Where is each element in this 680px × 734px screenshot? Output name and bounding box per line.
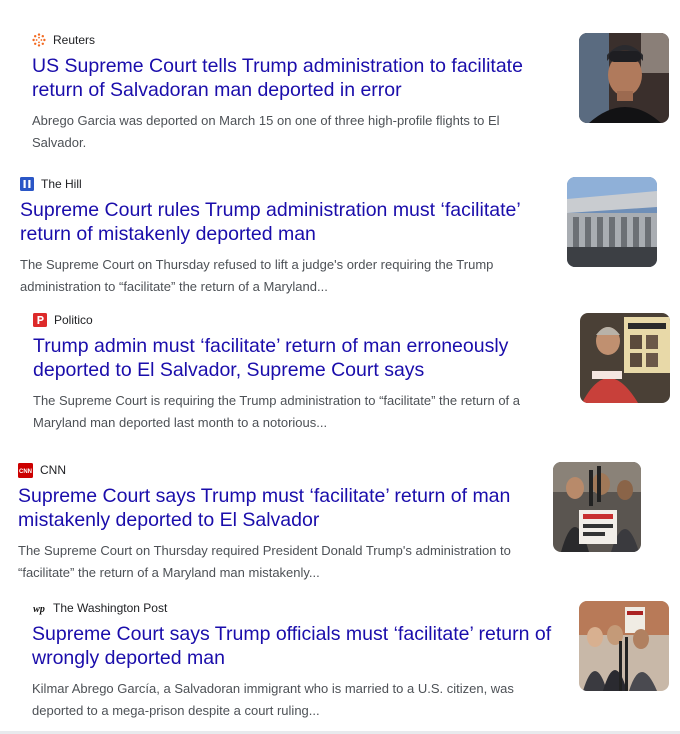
article-headline-link[interactable]: Supreme Court rules Trump administration… — [20, 198, 545, 246]
news-article-the-hill[interactable]: The Hill Supreme Court rules Trump admin… — [20, 176, 545, 297]
article-thumbnail[interactable] — [553, 462, 641, 552]
source-name: Reuters — [53, 33, 96, 47]
svg-text:CNN: CNN — [19, 469, 32, 475]
source-row: wp The Washington Post — [32, 600, 562, 616]
source-row: Politico — [33, 312, 553, 328]
news-article-washington-post[interactable]: wp The Washington Post Supreme Court say… — [32, 600, 562, 721]
article-snippet: Abrego Garcia was deported on March 15 o… — [32, 113, 500, 150]
article-headline-link[interactable]: Trump admin must ‘facilitate’ return of … — [33, 334, 553, 382]
article-headline-link[interactable]: Supreme Court says Trump must ‘facilitat… — [18, 484, 538, 532]
source-row: The Hill — [20, 176, 545, 192]
svg-text:wp: wp — [33, 604, 45, 615]
news-article-reuters[interactable]: Reuters US Supreme Court tells Trump adm… — [32, 32, 552, 153]
the-hill-logo-icon — [20, 177, 34, 191]
article-thumbnail[interactable] — [579, 601, 669, 691]
article-snippet: The Supreme Court on Thursday required P… — [18, 543, 511, 580]
article-headline-link[interactable]: US Supreme Court tells Trump administrat… — [32, 54, 552, 102]
article-thumbnail[interactable] — [567, 177, 657, 267]
article-headline-link[interactable]: Supreme Court says Trump officials must … — [32, 622, 562, 670]
source-name: CNN — [40, 463, 66, 477]
article-thumbnail[interactable] — [579, 33, 669, 123]
source-name: The Hill — [41, 177, 82, 191]
politico-logo-icon — [33, 313, 47, 327]
article-snippet: The Supreme Court on Thursday refused to… — [20, 257, 494, 294]
news-article-cnn[interactable]: CNN CNN Supreme Court says Trump must ‘f… — [18, 462, 538, 583]
source-row: CNN CNN — [18, 462, 538, 478]
source-name: Politico — [54, 313, 93, 327]
source-row: Reuters — [32, 32, 552, 48]
cnn-logo-icon: CNN — [18, 462, 33, 478]
washington-post-logo-icon: wp — [32, 601, 46, 615]
news-article-politico[interactable]: Politico Trump admin must ‘facilitate’ r… — [33, 312, 553, 433]
source-name: The Washington Post — [53, 601, 168, 615]
reuters-logo-icon — [32, 33, 46, 47]
article-thumbnail[interactable] — [580, 313, 670, 403]
article-snippet: The Supreme Court is requiring the Trump… — [33, 393, 520, 430]
article-snippet: Kilmar Abrego García, a Salvadoran immig… — [32, 681, 514, 718]
